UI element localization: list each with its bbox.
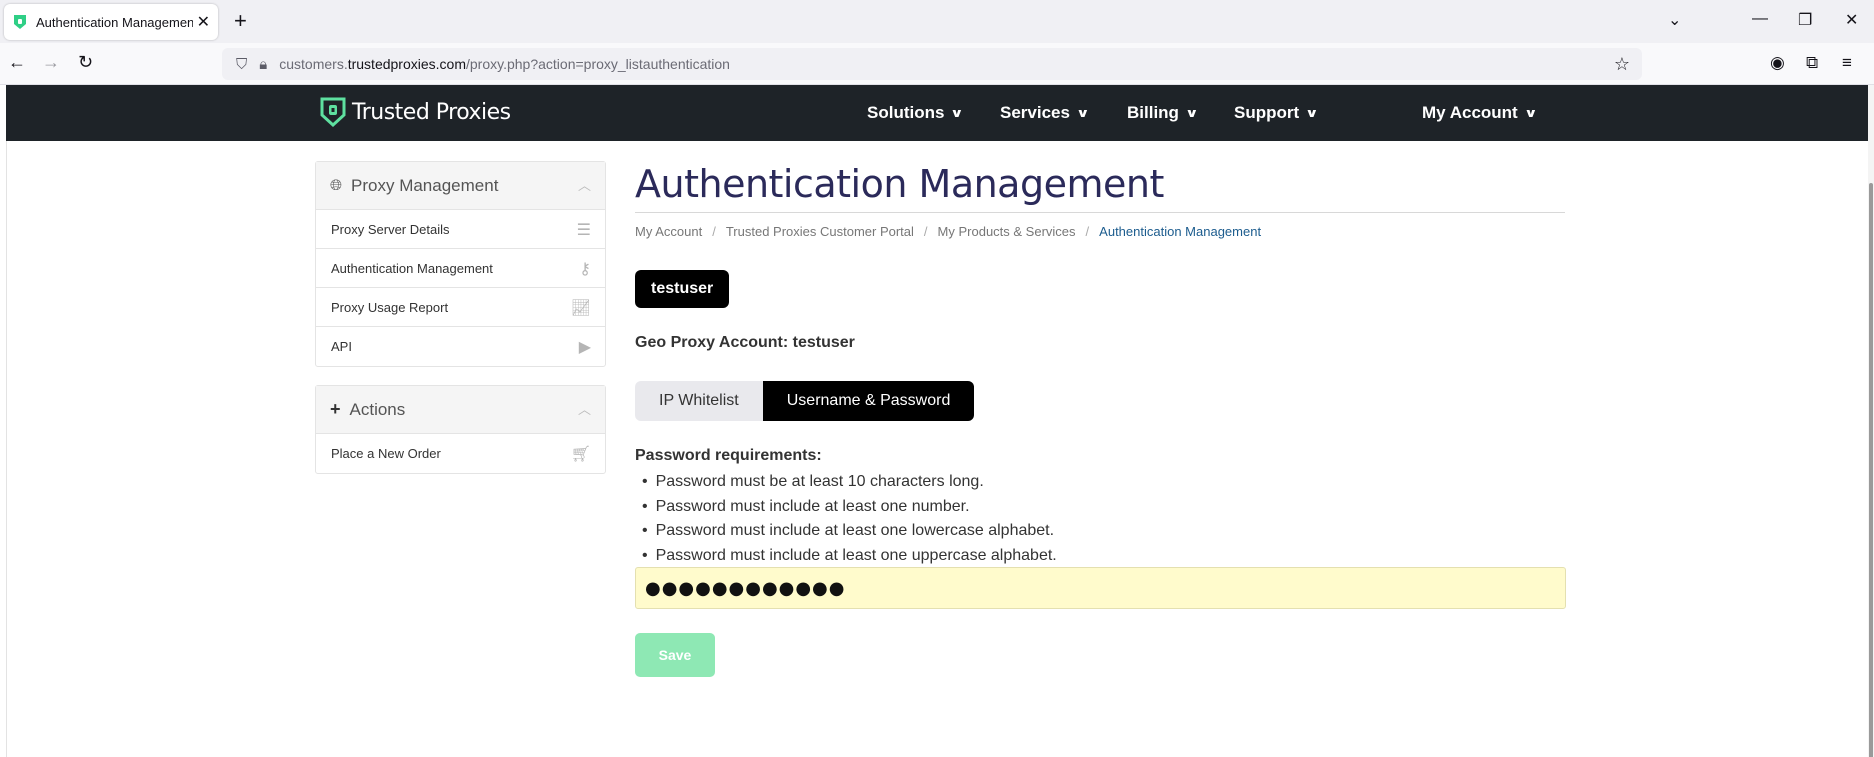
back-icon[interactable]: ← [8,52,26,73]
breadcrumb-my-account[interactable]: My Account [635,224,702,239]
key-icon: ⚷ [579,261,591,278]
sidebar-item-proxy-usage-report[interactable]: Proxy Usage Report 📈︎ [316,288,605,327]
sidebar-item-proxy-server-details[interactable]: Proxy Server Details ☰ [316,210,605,249]
account-icon[interactable]: ◉ [1770,53,1785,73]
list-item: Password must include at least one lower… [642,519,1057,544]
cart-icon: 🛒︎ [570,446,591,463]
tab-ip-whitelist[interactable]: IP Whitelist [635,381,763,421]
actions-header[interactable]: + Actions ︿ [316,386,605,434]
reload-icon[interactable]: ↻ [78,52,93,73]
lock-icon: 🔒︎ [259,55,268,73]
menu-solutions[interactable]: Solutions ∨ [867,103,965,123]
restore-icon[interactable]: ❐ [1798,10,1812,30]
list-icon: ☰ [576,222,591,239]
geo-account-label: Geo Proxy Account: testuser [635,334,855,351]
list-item: Password must include at least one upper… [642,544,1057,569]
scrollbar-thumb[interactable] [1869,183,1873,757]
proxy-management-header[interactable]: 🌐︎ Proxy Management ︿ [316,162,605,210]
bookmark-star-icon[interactable]: ☆ [1614,54,1630,75]
scrollbar[interactable] [1868,85,1874,757]
globe-icon: 🌐︎ [330,177,343,194]
requirements-list: Password must be at least 10 characters … [642,470,1057,568]
list-item: Password must be at least 10 characters … [642,470,1057,495]
hamburger-menu-icon[interactable]: ≡ [1842,53,1852,73]
new-tab-icon[interactable]: + [234,8,247,34]
menu-billing[interactable]: Billing ∨ [1127,103,1199,123]
url-text: customers.trustedproxies.com/proxy.php?a… [279,56,730,72]
brand-name: Trusted Proxies [352,99,511,125]
save-button[interactable]: Save [635,633,715,677]
menu-my-account[interactable]: My Account ∨ [1422,103,1538,123]
minimize-icon[interactable]: — [1752,10,1768,28]
forward-icon[interactable]: → [42,52,60,73]
site-logo[interactable]: Trusted Proxies [320,97,511,127]
user-badge[interactable]: testuser [635,270,730,308]
title-divider [635,212,1565,213]
browser-nav-bar: ← → ↻ ⛉ 🔒︎ customers.trustedproxies.com/… [0,43,1874,85]
favicon-shield-icon [14,15,26,29]
chart-icon: 📈︎ [570,300,591,317]
auth-method-toggle: IP Whitelist Username & Password [635,381,975,421]
breadcrumb: My Account / Trusted Proxies Customer Po… [635,224,1262,239]
sidebar-item-place-new-order[interactable]: Place a New Order 🛒︎ [316,434,605,473]
password-input[interactable] [635,567,1566,609]
site-header: Trusted Proxies Solutions ∨ Services ∨ Bil… [6,85,1868,141]
extensions-icon[interactable]: ⧉ [1806,53,1818,73]
chevron-down-icon: ∨ [950,106,965,120]
proxy-management-panel: 🌐︎ Proxy Management ︿ Proxy Server Detai… [315,161,606,367]
chevron-down-icon: ∨ [1185,106,1199,120]
chevron-down-icon: ∨ [1305,106,1319,120]
sidebar-item-authentication-management[interactable]: Authentication Management ⚷ [316,249,605,288]
menu-services[interactable]: Services ∨ [1000,103,1090,123]
chevron-up-icon: ︿ [577,402,591,417]
tab-title: Authentication Management - T [36,14,193,30]
breadcrumb-current: Authentication Management [1099,224,1262,239]
menu-support[interactable]: Support ∨ [1234,103,1319,123]
list-item: Password must include at least one numbe… [642,495,1057,520]
logo-shield-icon [320,97,346,127]
breadcrumb-customer-portal[interactable]: Trusted Proxies Customer Portal [726,224,914,239]
browser-tab-bar: Authentication Management - T ✕ + ⌄ — ❐ … [0,0,1874,43]
breadcrumb-products-services[interactable]: My Products & Services [938,224,1076,239]
play-icon: ▶ [578,339,591,356]
sidebar-item-api[interactable]: API ▶ [316,327,605,366]
chevron-down-icon: ∨ [1076,106,1090,120]
requirements-title: Password requirements: [635,447,822,464]
chevron-down-icon: ∨ [1523,106,1538,120]
address-bar[interactable]: ⛉ 🔒︎ customers.trustedproxies.com/proxy.… [222,48,1642,80]
shield-icon: ⛉ [236,55,248,73]
window-close-icon[interactable]: ✕ [1845,10,1858,30]
plus-icon: + [330,399,341,419]
tab-close-icon[interactable]: ✕ [197,12,210,32]
actions-panel: + Actions ︿ Place a New Order 🛒︎ [315,385,606,474]
browser-tab[interactable]: Authentication Management - T ✕ [4,4,218,40]
tab-username-password[interactable]: Username & Password [762,381,975,421]
page-title: Authentication Management [635,162,1164,206]
chevron-up-icon: ︿ [577,178,591,193]
tab-list-chevron-icon[interactable]: ⌄ [1668,10,1681,30]
